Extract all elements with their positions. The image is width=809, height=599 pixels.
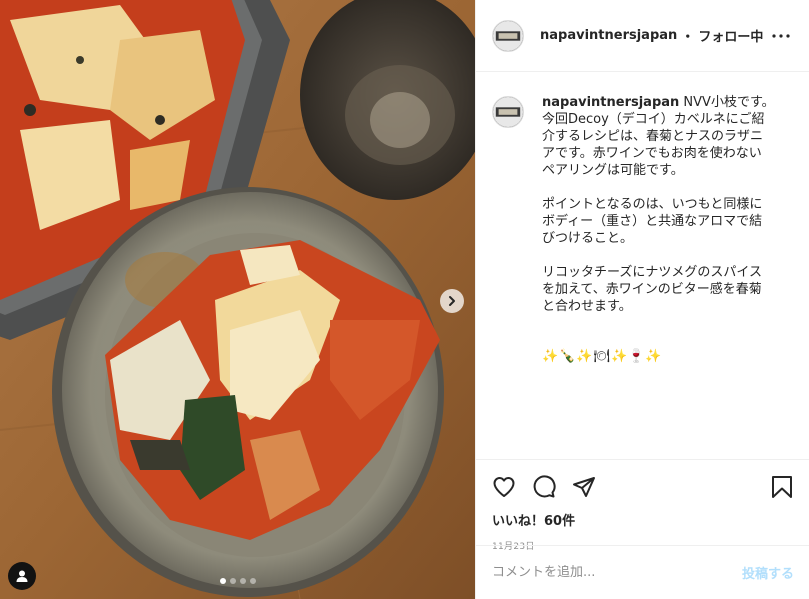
carousel-dot [219,578,226,584]
post-media[interactable] [0,0,475,599]
comment-icon [533,475,556,498]
avatar[interactable] [492,19,524,52]
caption-text: napavintnersjapan NVV小枝です。 今回Decoy（デコイ）カ… [542,94,793,365]
caption-username-link[interactable]: napavintnersjapan [542,95,679,110]
send-icon [573,477,595,497]
carousel-dot [249,578,256,584]
post-sidebar: napavintnersjapan ・ フォロー中 napavintnersja… [475,0,809,599]
like-count[interactable]: いいね！60件 [492,510,793,529]
more-options-button[interactable] [769,24,793,48]
chevron-right-icon [449,296,455,306]
comment-button[interactable] [532,467,572,507]
caption-first-line: napavintnersjapan NVV小枝です。 [542,94,793,111]
comments-section[interactable]: napavintnersjapan NVV小枝です。 今回Decoy（デコイ）カ… [476,72,809,459]
caption-emojis: ✨🍾✨🍽✨🍷✨ [542,349,663,364]
header-username-link[interactable]: napavintnersjapan [540,28,677,43]
more-icon [772,33,790,38]
carousel-indicator [0,578,475,584]
instagram-post: napavintnersjapan ・ フォロー中 napavintnersja… [0,0,809,599]
caption-avatar[interactable] [492,96,524,128]
account-logo-icon [493,20,523,51]
header-separator: ・ [681,30,695,45]
caption-intro: NVV小枝です。 [679,95,775,110]
user-tag-icon [16,570,28,582]
bookmark-icon [772,476,792,498]
carousel-dot [229,578,236,584]
post-comment-button[interactable]: 投稿する [742,563,794,582]
tagged-users-button[interactable] [8,562,36,590]
caption-paragraph: リコッタチーズにナツメグのスパイス を加えて、赤ワインのビター感を春菊 と合わせ… [542,265,762,314]
action-icons [492,460,793,508]
add-comment-bar: 投稿する [476,545,809,599]
lasagna-photo [0,0,475,599]
comment-input[interactable] [492,565,742,580]
post-header: napavintnersjapan ・ フォロー中 [476,0,809,72]
account-logo-icon [493,97,523,127]
save-button[interactable] [753,467,793,507]
carousel-dot [239,578,246,584]
caption-paragraph: ポイントとなるのは、いつもと同様に ボディー（重さ）と共通なアロマで結 びつける… [542,197,763,246]
post-caption: napavintnersjapan NVV小枝です。 今回Decoy（デコイ）カ… [492,94,793,365]
caption-paragraph: 今回Decoy（デコイ）カベルネにご紹 介するレシピは、春菊とナスのラザニ アで… [542,112,765,178]
following-button[interactable]: フォロー中 [698,26,763,45]
heart-icon [493,477,515,497]
next-slide-button[interactable] [440,289,464,313]
like-button[interactable] [492,467,532,507]
share-button[interactable] [572,467,612,507]
